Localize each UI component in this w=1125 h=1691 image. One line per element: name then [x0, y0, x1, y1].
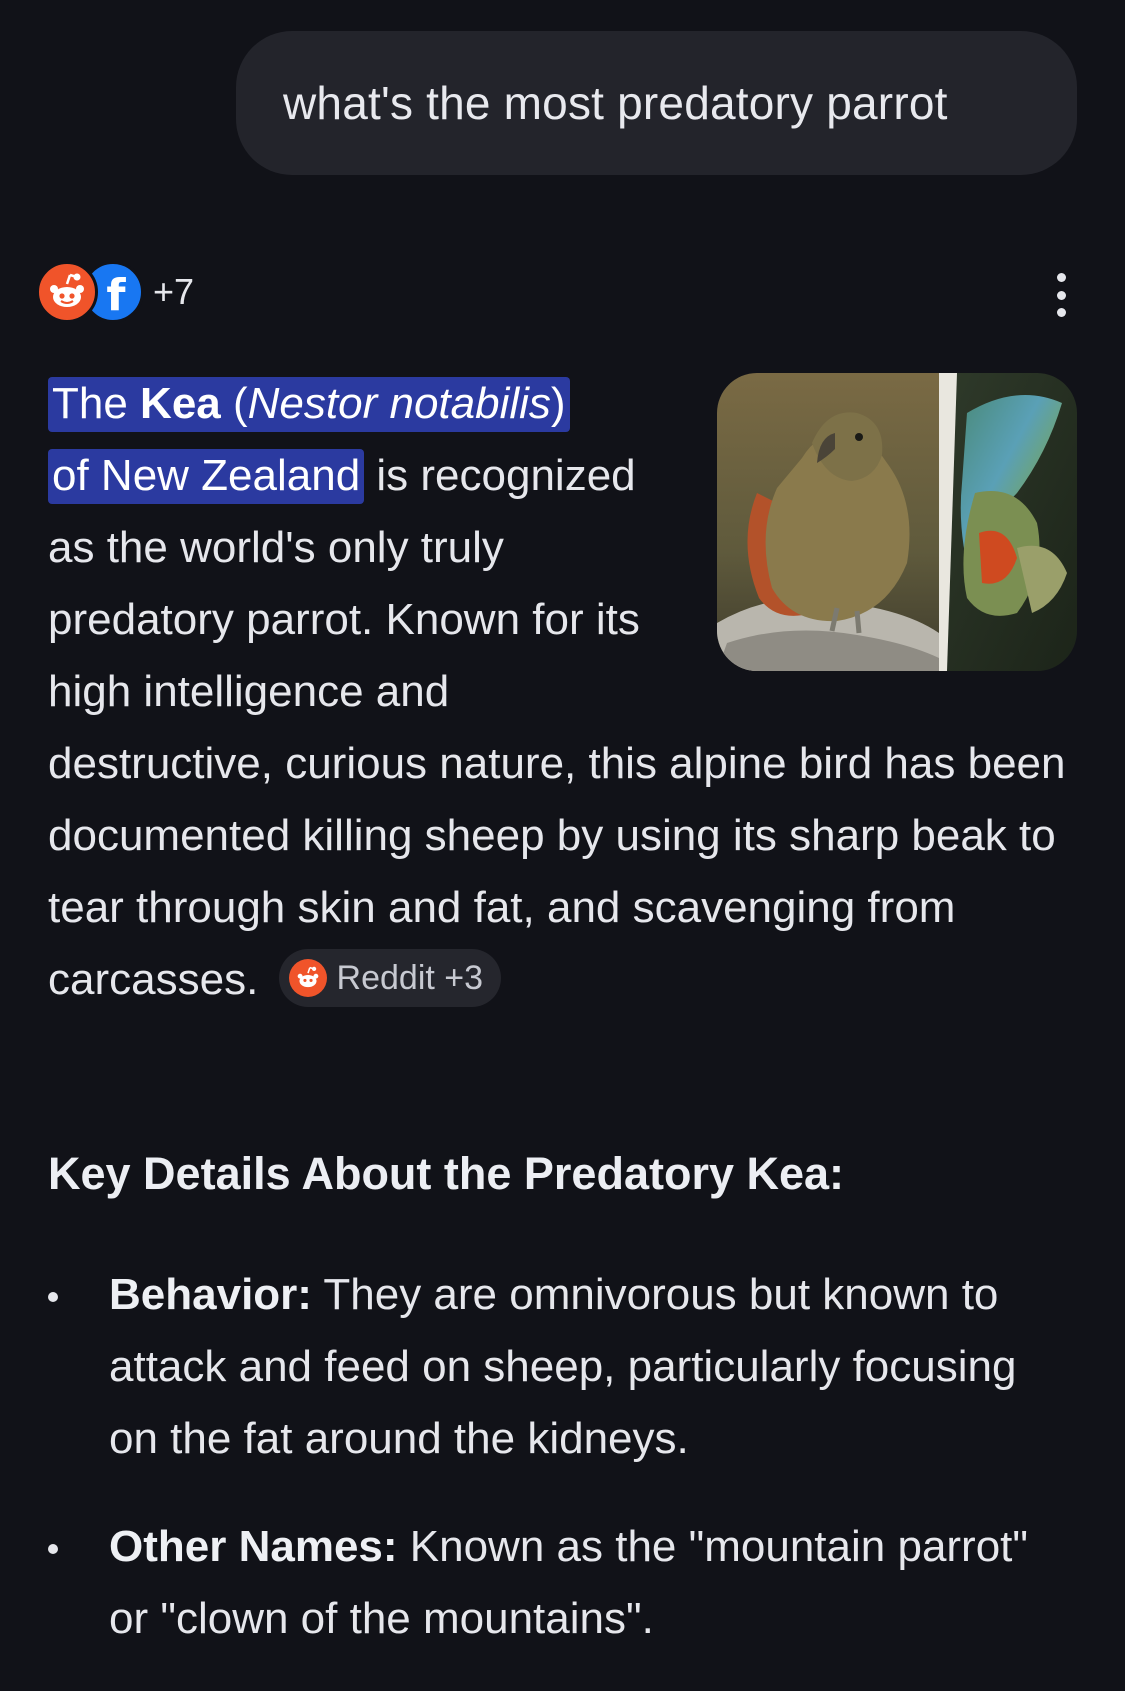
hl-paren-open: (: [220, 379, 248, 428]
hl-paren-close: ): [550, 379, 566, 428]
more-sources-count: +7: [153, 271, 195, 312]
more-options-button[interactable]: [1049, 273, 1073, 317]
image-spacer: [673, 368, 1078, 724]
reddit-icon: [288, 959, 327, 998]
list-item-label: Other Names:: [109, 1522, 398, 1571]
answer-paragraph: The Kea (Nestor notabilis) of New Zealan…: [48, 368, 1078, 1016]
user-query-bubble[interactable]: what's the most predatory parrot: [236, 31, 1077, 175]
highlighted-region[interactable]: of New Zealand: [48, 449, 365, 504]
reddit-icon: [36, 261, 98, 323]
list-item: Behavior: They are omnivorous but known …: [48, 1259, 1058, 1475]
bullet-icon: [48, 1544, 58, 1554]
bullet-icon: [48, 1292, 58, 1302]
citation-label: Reddit +3: [336, 959, 484, 998]
citation-chip[interactable]: Reddit +3: [278, 949, 502, 1008]
list-item: Other Names: Known as the "mountain parr…: [48, 1511, 1058, 1655]
hl-species: Nestor notabilis: [247, 379, 551, 428]
hl-kea: Kea: [140, 379, 221, 428]
highlighted-answer[interactable]: The Kea (Nestor notabilis): [48, 377, 570, 432]
more-dot: [1056, 273, 1066, 282]
more-dot: [1056, 308, 1066, 317]
list-item-label: Behavior:: [109, 1270, 312, 1319]
key-details-list: Behavior: They are omnivorous but known …: [48, 1259, 1058, 1691]
more-dot: [1056, 290, 1066, 300]
key-details-heading: Key Details About the Predatory Kea:: [48, 1148, 845, 1199]
hl-the: The: [52, 379, 141, 428]
user-query-text: what's the most predatory parrot: [283, 77, 948, 129]
sources-row[interactable]: f +7: [36, 258, 194, 326]
